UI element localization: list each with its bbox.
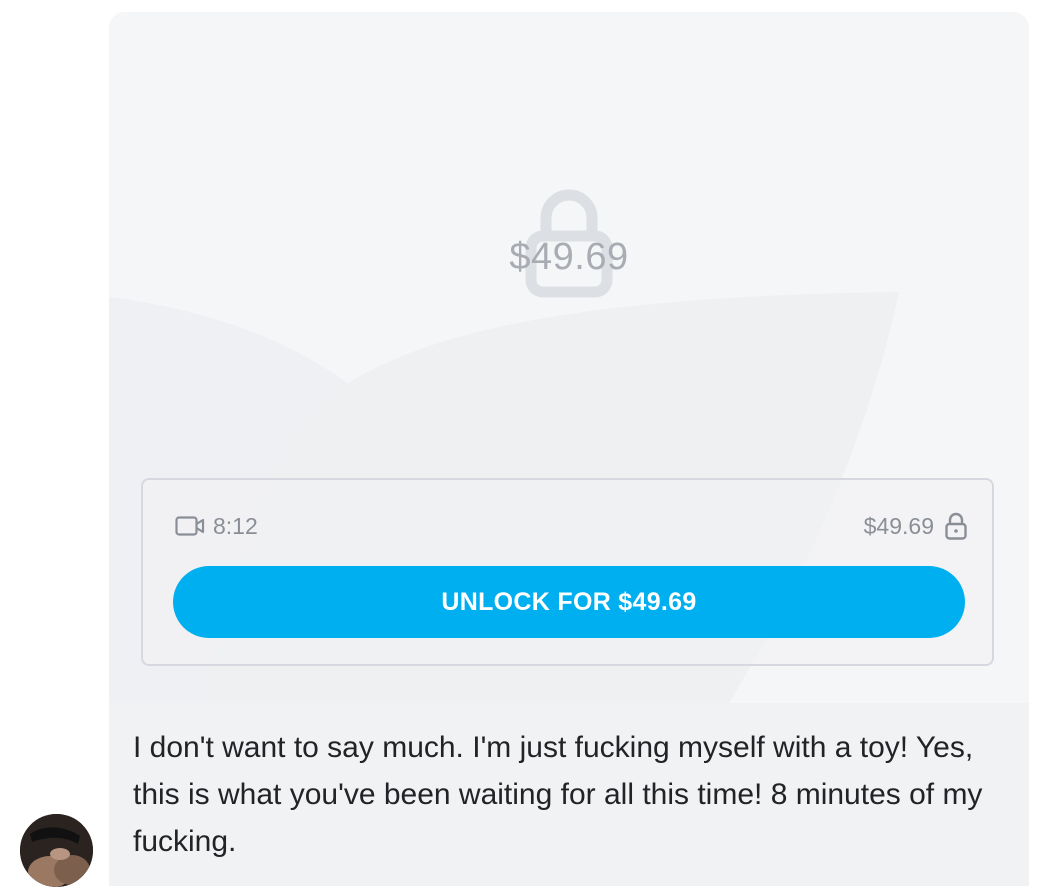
locked-media-preview[interactable]: $49.69 8:12 $49.69 UNLOCK FOR $49.69 [109, 12, 1029, 703]
message-text: I don't want to say much. I'm just fucki… [133, 731, 983, 858]
video-duration: 8:12 [175, 513, 258, 540]
small-lock-icon [945, 512, 967, 540]
price-info: $49.69 [864, 511, 968, 541]
locked-price: $49.69 [509, 236, 629, 278]
video-camera-icon [175, 516, 205, 536]
avatar[interactable] [20, 814, 93, 887]
card-info-row: 8:12 $49.69 [175, 510, 968, 542]
chat-page: $49.69 8:12 $49.69 UNLOCK FOR $49.69 I d… [0, 0, 1046, 893]
avatar-image [20, 814, 93, 887]
purchase-card: 8:12 $49.69 UNLOCK FOR $49.69 [141, 478, 994, 666]
price-label: $49.69 [863, 512, 934, 539]
message-bubble: $49.69 8:12 $49.69 UNLOCK FOR $49.69 I d… [109, 12, 1029, 886]
unlock-button[interactable]: UNLOCK FOR $49.69 [173, 566, 965, 638]
duration-label: 8:12 [213, 512, 258, 539]
